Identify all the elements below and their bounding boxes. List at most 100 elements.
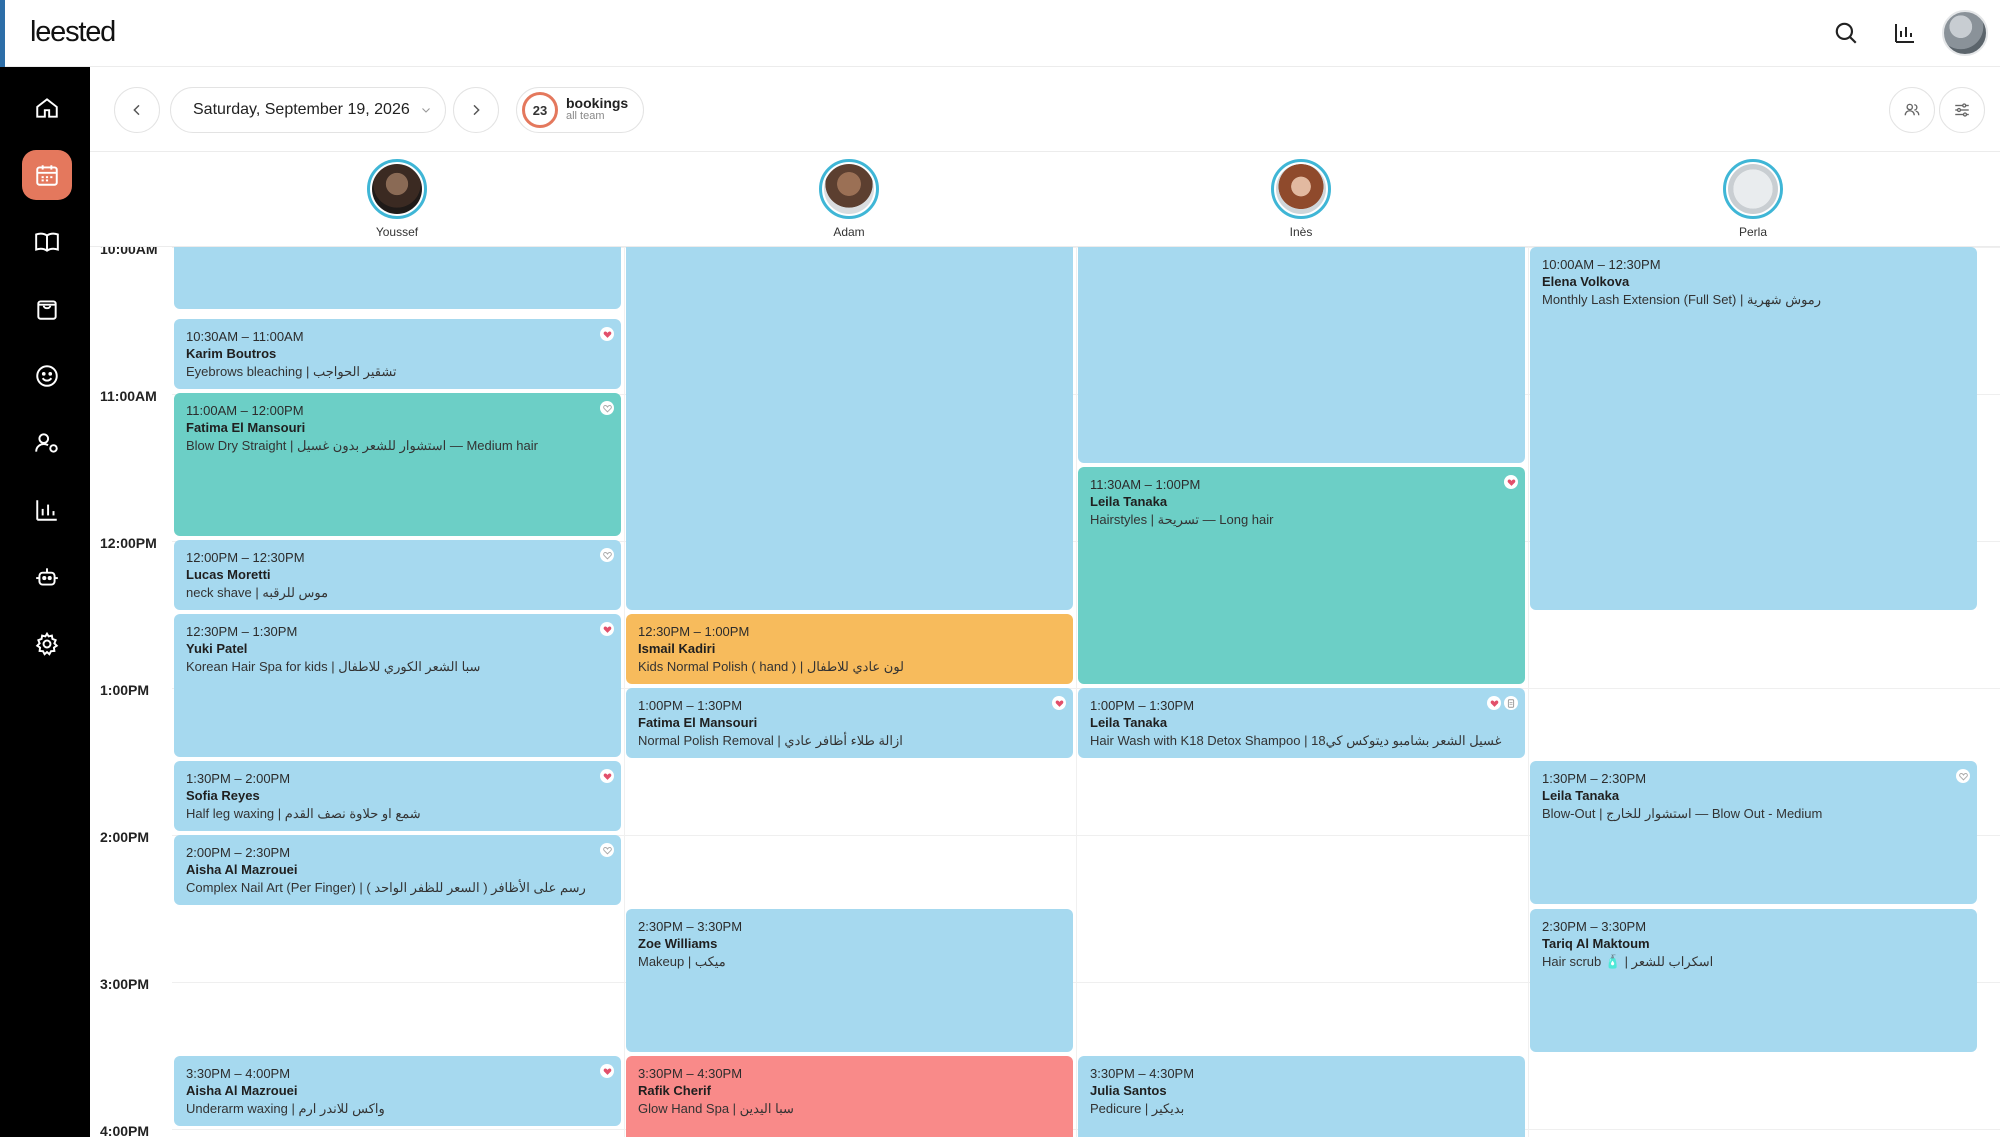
appointment-card[interactable] — [626, 247, 1073, 610]
search-icon[interactable] — [1829, 16, 1863, 50]
appointment-card[interactable]: 1:30PM – 2:30PM Leila Tanaka Blow-Out | … — [1530, 761, 1977, 904]
calendar-icon — [36, 165, 58, 186]
time-label: 12:00PM — [100, 535, 157, 551]
appointment-client: Lucas Moretti — [186, 567, 271, 582]
time-label: 10:00AM — [100, 247, 158, 257]
appointment-card[interactable]: 3:30PM – 4:00PM Aisha Al Mazrouei Undera… — [174, 1056, 621, 1126]
appointment-time: 11:00AM – 12:00PM — [186, 403, 304, 418]
sidebar-item-catalog[interactable] — [22, 217, 72, 267]
appointment-card[interactable]: 12:00PM – 12:30PM Lucas Moretti neck sha… — [174, 540, 621, 610]
time-label: 3:00PM — [100, 976, 150, 992]
heart-icon[interactable] — [600, 622, 614, 636]
appointment-client: Sofia Reyes — [186, 788, 260, 803]
appointment-card[interactable]: 11:00AM – 12:00PM Fatima El Mansouri Blo… — [174, 393, 621, 536]
appointment-time: 10:00AM – 12:30PM — [1542, 257, 1661, 272]
appointment-client: Fatima El Mansouri — [186, 420, 306, 435]
view-settings-button[interactable] — [1939, 87, 1985, 133]
heart-outline-icon[interactable] — [600, 548, 614, 562]
appointment-service: Normal Polish Removal | ازالة طلاء أظافر… — [638, 733, 903, 748]
appointment-client: Zoe Williams — [638, 936, 718, 951]
sidebar-item-sales[interactable] — [22, 284, 72, 334]
heart-icon[interactable] — [600, 769, 614, 783]
appointment-time: 2:30PM – 3:30PM — [1542, 919, 1647, 934]
appointment-client: Leila Tanaka — [1542, 788, 1620, 803]
appointment-client: Ismail Kadiri — [638, 641, 716, 656]
date-picker[interactable]: Saturday, September 19, 2026 — [170, 87, 446, 133]
sidebar-item-reports[interactable] — [22, 485, 72, 535]
robot-icon — [36, 568, 58, 586]
sidebar-item-settings[interactable] — [22, 619, 72, 669]
bookings-count: 23 — [522, 92, 558, 128]
appointment-service: Half leg waxing | شمع او حلاوة نصف القدم — [186, 806, 421, 821]
users-icon — [1904, 103, 1920, 116]
team-filter-button[interactable] — [1889, 87, 1935, 133]
appointment-card[interactable]: 2:30PM – 3:30PM Tariq Al Maktoum Hair sc… — [1530, 909, 1977, 1052]
sidebar-item-calendar[interactable] — [22, 150, 72, 200]
appointment-card[interactable]: 11:30AM – 1:00PM Leila Tanaka Hairstyles… — [1078, 467, 1525, 684]
note-icon[interactable] — [1504, 696, 1518, 710]
user-settings-icon — [35, 433, 58, 453]
appointment-card[interactable]: 12:30PM – 1:30PM Yuki Patel Korean Hair … — [174, 614, 621, 757]
calendar-toolbar: Saturday, September 19, 2026 23 bookings… — [90, 67, 2000, 152]
heart-icon[interactable] — [600, 1064, 614, 1078]
appointment-card[interactable]: 2:30PM – 3:30PM Zoe Williams Makeup | مي… — [626, 909, 1073, 1052]
time-label: 1:00PM — [100, 682, 150, 698]
appointment-time: 3:30PM – 4:30PM — [638, 1066, 743, 1081]
staff-column-header[interactable]: Inès — [1241, 159, 1361, 239]
appointment-time: 2:00PM – 2:30PM — [186, 845, 291, 860]
app-logo[interactable]: leested — [30, 16, 116, 49]
sidebar-item-automation[interactable] — [22, 552, 72, 602]
calendar-grid: 10:00AM 11:00AM 12:00PM 1:00PM 2:00PM 3:… — [90, 247, 2000, 1137]
previous-day-button[interactable] — [114, 87, 160, 133]
staff-name: Inès — [1289, 225, 1313, 239]
appointment-time: 12:00PM – 12:30PM — [186, 550, 305, 565]
home-icon — [36, 98, 58, 118]
sidebar-item-clients[interactable] — [22, 351, 72, 401]
analytics-icon[interactable] — [1888, 16, 1922, 50]
column-divider — [624, 247, 625, 1137]
heart-icon[interactable] — [1504, 475, 1518, 489]
appointment-client: Aisha Al Mazrouei — [186, 1083, 298, 1098]
heart-icon[interactable] — [1487, 696, 1501, 710]
heart-outline-icon[interactable] — [1956, 769, 1970, 783]
appointment-card[interactable] — [174, 247, 621, 309]
sidebar-item-home[interactable] — [22, 83, 72, 133]
appointment-client: Karim Boutros — [186, 346, 277, 361]
user-avatar[interactable] — [1942, 10, 1988, 56]
appointment-time: 1:30PM – 2:30PM — [1542, 771, 1647, 786]
staff-name: Perla — [1738, 225, 1767, 239]
window-edge — [0, 0, 5, 67]
appointment-card[interactable]: 1:00PM – 1:30PM Leila Tanaka Hair Wash w… — [1078, 688, 1525, 758]
next-day-button[interactable] — [453, 87, 499, 133]
heart-outline-icon[interactable] — [600, 843, 614, 857]
appointment-client: Rafik Cherif — [638, 1083, 711, 1098]
staff-avatar — [367, 159, 427, 219]
heart-outline-icon[interactable] — [600, 401, 614, 415]
appointment-card[interactable]: 10:00AM – 12:30PM Elena Volkova Monthly … — [1530, 247, 1977, 610]
appointment-card[interactable]: 2:00PM – 2:30PM Aisha Al Mazrouei Comple… — [174, 835, 621, 905]
chevron-down-icon — [421, 108, 430, 113]
appointment-card[interactable] — [1078, 247, 1525, 463]
heart-icon[interactable] — [1052, 696, 1066, 710]
appointment-card[interactable]: 3:30PM – 4:30PM Julia Santos Pedicure | … — [1078, 1056, 1525, 1137]
sidebar-item-team[interactable] — [22, 418, 72, 468]
appointment-card[interactable]: 1:30PM – 2:00PM Sofia Reyes Half leg wax… — [174, 761, 621, 831]
bookings-summary[interactable]: 23 bookings all team — [516, 87, 644, 133]
appointment-card[interactable]: 10:30AM – 11:00AM Karim Boutros Eyebrows… — [174, 319, 621, 389]
appointment-card[interactable]: 12:30PM – 1:00PM Ismail Kadiri Kids Norm… — [626, 614, 1073, 684]
staff-column-header[interactable]: Youssef — [337, 159, 457, 239]
bookings-scope: all team — [566, 110, 605, 122]
appointment-service: Hair Wash with K18 Detox Shampoo | غسيل … — [1090, 733, 1502, 748]
heart-icon[interactable] — [600, 327, 614, 341]
appointment-service: Hair scrub 🧴 | اسكراب للشعر — [1542, 954, 1714, 969]
appointment-service: Underarm waxing | واكس للاندر ارم — [186, 1101, 385, 1116]
appointment-card[interactable]: 1:00PM – 1:30PM Fatima El Mansouri Norma… — [626, 688, 1073, 758]
time-label: 2:00PM — [100, 829, 150, 845]
smile-icon — [36, 365, 58, 387]
appointment-service: Glow Hand Spa | سبا اليدين — [638, 1101, 794, 1116]
staff-column-header[interactable]: Perla — [1693, 159, 1813, 239]
appointment-time: 1:30PM – 2:00PM — [186, 771, 291, 786]
appointment-card[interactable]: 3:30PM – 4:30PM Rafik Cherif Glow Hand S… — [626, 1056, 1073, 1137]
staff-column-header[interactable]: Adam — [789, 159, 909, 239]
appointment-time: 2:30PM – 3:30PM — [638, 919, 743, 934]
